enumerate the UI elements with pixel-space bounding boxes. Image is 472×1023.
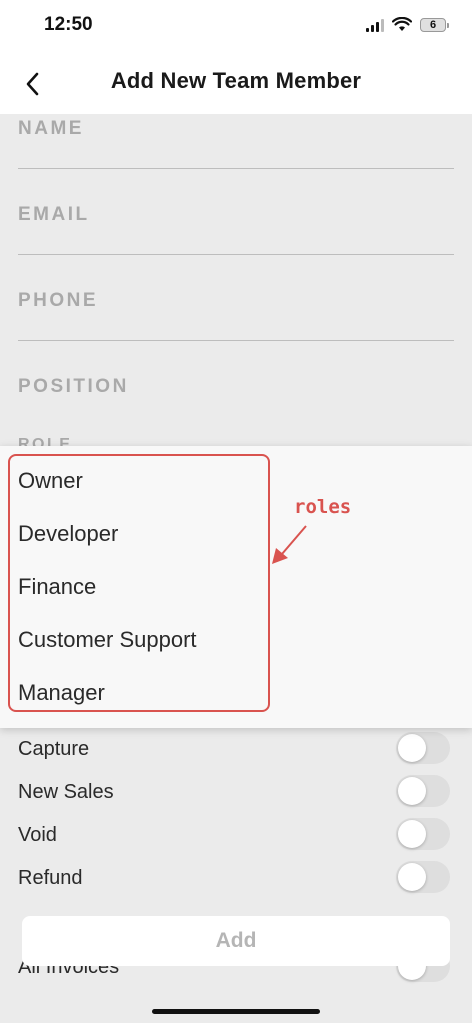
annotation-arrow-icon [272,525,307,564]
name-label: NAME [18,118,84,139]
phone-field[interactable]: PHONE [18,290,454,341]
toggle-knob [398,777,426,805]
status-time: 12:50 [44,14,93,35]
role-option-developer[interactable]: Developer [18,521,118,547]
status-bar: 12:50 6 [0,0,472,56]
toggle-knob [398,734,426,762]
role-field[interactable]: ROLE [18,436,72,446]
email-field[interactable]: EMAIL [18,204,454,255]
role-option-owner[interactable]: Owner [18,468,83,494]
role-option-manager[interactable]: Manager [18,680,105,706]
permission-label: Capture [18,738,90,760]
status-icons: 6 [366,17,449,32]
battery-icon: 6 [420,17,449,32]
page-title: Add New Team Member [110,68,362,93]
new-sales-toggle[interactable] [396,775,450,807]
add-button[interactable]: Add [22,916,450,966]
wifi-icon [392,17,412,31]
role-label: ROLE [18,436,73,446]
nav-bar: Add New Team Member [0,56,472,114]
toggle-knob [398,863,426,891]
permission-label: Refund [18,867,83,889]
cellular-signal-icon [366,18,384,32]
capture-toggle[interactable] [396,732,450,764]
permission-row-new-sales: New Sales [18,775,454,811]
permission-label: Void [18,824,57,846]
phone-label: PHONE [18,290,99,311]
role-dropdown-menu: Owner Developer Finance Customer Support… [0,446,472,728]
home-indicator [152,1009,320,1014]
refund-toggle[interactable] [396,861,450,893]
permission-row-void: Void [18,818,454,854]
battery-level: 6 [429,18,437,31]
name-field[interactable]: NAME [18,118,454,169]
role-option-finance[interactable]: Finance [18,574,96,600]
position-label: POSITION [18,376,129,397]
permission-label: New Sales [18,781,114,803]
permission-row-refund: Refund [18,861,454,897]
toggle-knob [398,820,426,848]
annotation-label: roles [294,496,352,518]
role-option-customer-support[interactable]: Customer Support [18,627,197,653]
permission-row-capture: Capture [18,732,454,768]
position-field[interactable]: POSITION [18,376,454,426]
email-label: EMAIL [18,204,90,225]
void-toggle[interactable] [396,818,450,850]
